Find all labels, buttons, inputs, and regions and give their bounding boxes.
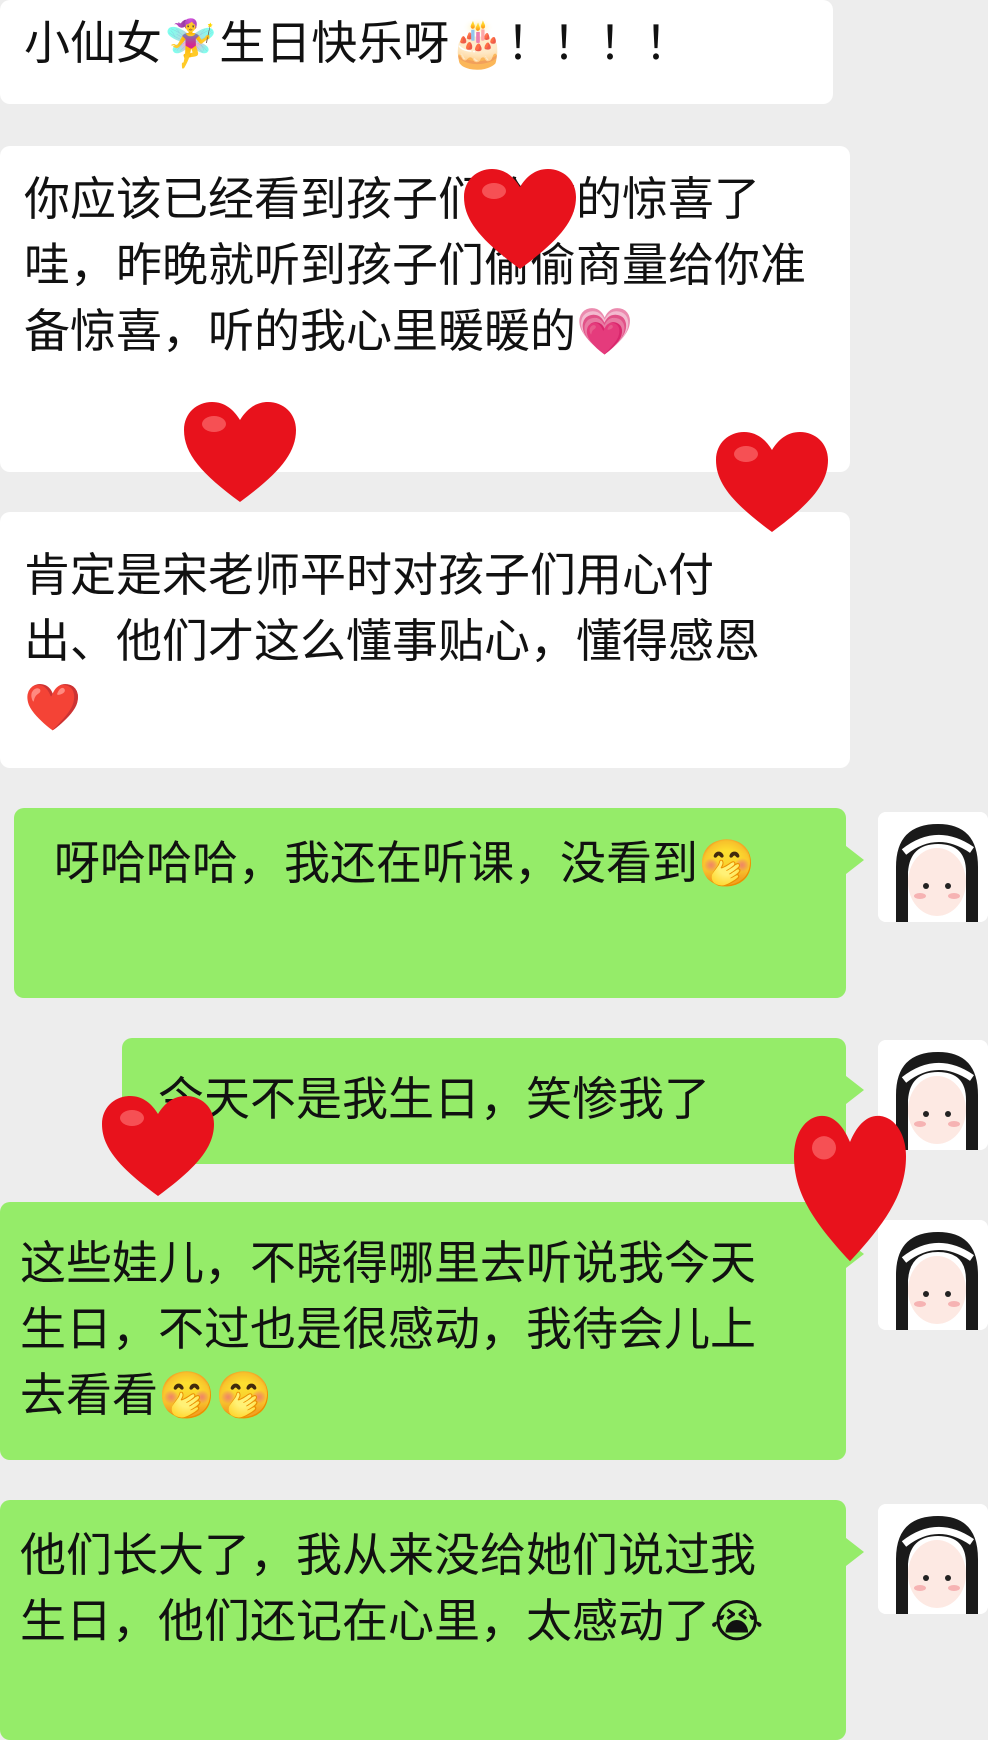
- message-text: 呀哈哈哈，我还在听课，没看到🤭: [54, 836, 756, 890]
- message-bubble-outgoing[interactable]: 他们长大了，我从来没给她们说过我生日，他们还记在心里，太感动了😭: [0, 1500, 864, 1740]
- red-heart-sticker-icon: [712, 428, 832, 538]
- red-heart-sticker-icon: [790, 1110, 910, 1270]
- red-heart-sticker-icon: [180, 398, 300, 508]
- message-text: 你应该已经看到孩子们给你的惊喜了哇，昨晚就听到孩子们偷偷商量给你准备惊喜，听的我…: [24, 172, 806, 358]
- message-bubble-outgoing[interactable]: 这些娃儿，不晓得哪里去听说我今天生日，不过也是很感动，我待会儿上去看看🤭🤭: [0, 1202, 864, 1460]
- cartoon-girl-avatar-icon: [878, 812, 988, 922]
- red-heart-sticker-icon: [98, 1092, 218, 1202]
- cartoon-girl-avatar-icon: [878, 1504, 988, 1614]
- message-text: 这些娃儿，不晓得哪里去听说我今天生日，不过也是很感动，我待会儿上去看看🤭🤭: [20, 1236, 756, 1422]
- message-bubble-incoming[interactable]: 肯定是宋老师平时对孩子们用心付出、他们才这么懂事贴心，懂得感恩❤️: [0, 512, 850, 768]
- message-text: 肯定是宋老师平时对孩子们用心付出、他们才这么懂事贴心，懂得感恩❤️: [24, 548, 760, 734]
- red-heart-sticker-icon: [460, 165, 580, 275]
- message-bubble-outgoing[interactable]: 今天不是我生日，笑惨我了: [122, 1038, 864, 1164]
- message-text: 他们长大了，我从来没给她们说过我生日，他们还记在心里，太感动了😭: [20, 1528, 764, 1648]
- avatar[interactable]: [878, 812, 988, 922]
- message-bubble-incoming[interactable]: 小仙女🧚‍♀️生日快乐呀🎂！！！！: [0, 0, 833, 104]
- message-bubble-incoming[interactable]: 你应该已经看到孩子们给你的惊喜了哇，昨晚就听到孩子们偷偷商量给你准备惊喜，听的我…: [0, 146, 850, 472]
- message-text: 小仙女🧚‍♀️生日快乐呀🎂！！！！: [24, 16, 691, 70]
- avatar[interactable]: [878, 1504, 988, 1614]
- message-text: 今天不是我生日，笑惨我了: [158, 1072, 710, 1126]
- message-bubble-outgoing[interactable]: 呀哈哈哈，我还在听课，没看到🤭: [14, 808, 864, 998]
